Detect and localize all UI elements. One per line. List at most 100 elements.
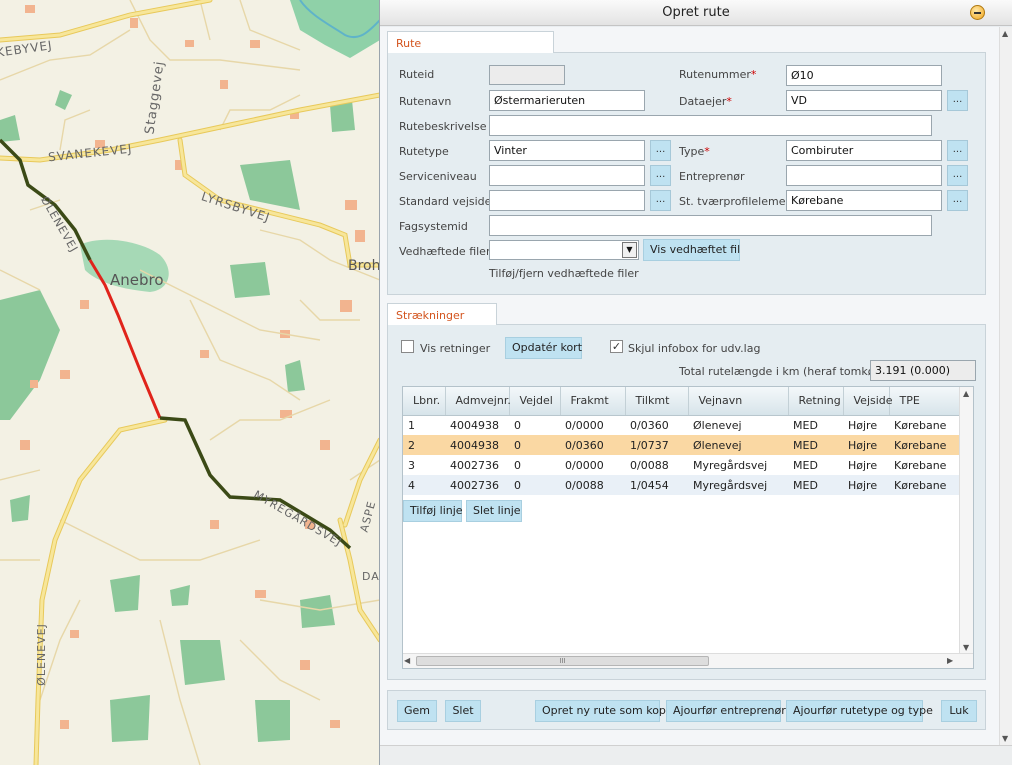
scroll-left-icon[interactable]: ◀ — [404, 656, 410, 665]
gem-button[interactable]: Gem — [397, 700, 437, 722]
cell-admvejnr: 4002736 — [445, 475, 509, 495]
cell-admvejnr: 4002736 — [450, 458, 499, 472]
tab-rute[interactable]: Rute — [387, 31, 554, 53]
column-header-admvejnr[interactable]: Admvejnr. — [445, 387, 511, 416]
map-view[interactable]: KEBYVEJ Staggevej SVANEKEVEJ LYRSBYVEJ Ø… — [0, 0, 380, 765]
fagsystemid-label: Fagsystemid — [399, 220, 468, 233]
column-header-retning[interactable]: Retning — [788, 387, 844, 416]
ajourfor-rutetype-button[interactable]: Ajourfør rutetype og type — [786, 700, 933, 722]
table-row-selected[interactable]: 2 4004938 0 0/0360 1/0737 Ølenevej MED H… — [403, 435, 961, 455]
table-row[interactable]: 3 4002736 0 0/0000 0/0088 Myregårdsvej M… — [403, 455, 961, 475]
map-canvas[interactable] — [0, 0, 380, 765]
scroll-thumb[interactable]: III — [416, 656, 709, 666]
cell-admvejnr: 4004938 — [445, 435, 509, 455]
rutenummer-label: Rutenummer* — [679, 68, 757, 81]
tab-straekninger[interactable]: Strækninger — [387, 303, 497, 325]
table-vertical-scrollbar[interactable]: ▲ ▼ — [959, 387, 973, 655]
table-row[interactable]: 1 4004938 0 0/0000 0/0360 Ølenevej MED H… — [403, 415, 961, 435]
rutenummer-field[interactable] — [786, 65, 942, 86]
dataejer-label: Dataejer* — [679, 95, 732, 108]
straekninger-table[interactable]: Lbnr. Admvejnr. Vejdel Frakmt Tilkmt Vej… — [402, 386, 974, 669]
rutetype-field[interactable] — [489, 140, 645, 161]
forest-area — [180, 640, 225, 685]
column-header-tilkmt[interactable]: Tilkmt — [625, 387, 689, 416]
entreprenor-field[interactable] — [786, 165, 942, 186]
fagsystemid-field[interactable] — [489, 215, 932, 236]
cell-vejside: Højre — [848, 418, 878, 432]
column-header-lbnr[interactable]: Lbnr. — [403, 387, 446, 416]
standard-vejside-field[interactable] — [489, 190, 645, 211]
scroll-right-icon[interactable]: ▶ — [947, 656, 953, 665]
forest-area — [240, 160, 300, 210]
scroll-up-icon[interactable]: ▲ — [963, 389, 969, 398]
st-tvaerprofil-field[interactable] — [786, 190, 942, 211]
vedhaeftede-filer-label: Vedhæftede filer: — [399, 245, 494, 258]
rutenavn-field[interactable] — [489, 90, 645, 111]
opret-kopi-button[interactable]: Opret ny rute som kopi — [535, 700, 669, 722]
map-label-anebro: Anebro — [110, 271, 164, 289]
rutebeskrivelse-field[interactable] — [489, 115, 932, 136]
skjul-infobox-checkbox[interactable]: ✓ — [610, 340, 623, 353]
chevron-down-icon[interactable]: ▼ — [622, 242, 637, 258]
vis-vedhaeftet-fil-button[interactable]: Vis vedhæftet fil — [643, 239, 740, 261]
total-rutelaengde-label: Total rutelængde i km (heraf tomkørsel) — [679, 365, 899, 378]
required-mark: * — [726, 95, 732, 108]
table-horizontal-scrollbar[interactable]: ◀ III ▶ — [403, 653, 973, 668]
column-header-frakmt[interactable]: Frakmt — [560, 387, 626, 416]
cell-vejnavn: Ølenevej — [688, 435, 788, 455]
st-tvaerprofil-label: St. tværprofilelement — [679, 195, 797, 208]
cell-frakmt: 0/0360 — [560, 435, 625, 455]
standard-vejside-label: Standard vejside — [399, 195, 492, 208]
cell-vejside: Højre — [848, 458, 878, 472]
dialog-title: Opret rute — [662, 5, 730, 20]
tilfoj-fjern-vedhaeftede-link[interactable]: Tilføj/fjern vedhæftede filer — [489, 267, 639, 280]
slet-linje-button[interactable]: Slet linje — [466, 500, 522, 522]
rutenavn-label: Rutenavn — [399, 95, 452, 108]
column-header-vejnavn[interactable]: Vejnavn — [688, 387, 789, 416]
ruteid-field[interactable] — [489, 65, 565, 85]
type-field[interactable] — [786, 140, 942, 161]
required-mark: * — [750, 68, 757, 81]
opdater-kort-button[interactable]: Opdatér kort — [505, 337, 582, 359]
forest-area — [110, 695, 150, 742]
rutetype-lookup-button[interactable]: ... — [650, 140, 671, 161]
scroll-down-icon[interactable]: ▼ — [1002, 734, 1008, 743]
cell-frakmt: 0/0000 — [565, 458, 604, 472]
serviceniveau-field[interactable] — [489, 165, 645, 186]
type-lookup-button[interactable]: ... — [947, 140, 968, 161]
cell-vejside: Højre — [843, 435, 889, 455]
scroll-down-icon[interactable]: ▼ — [963, 643, 969, 652]
column-header-tpe[interactable]: TPE — [889, 387, 962, 416]
column-header-vejdel[interactable]: Vejdel — [509, 387, 561, 416]
cell-tilkmt: 1/0737 — [625, 435, 688, 455]
forest-area — [230, 262, 270, 298]
dialog-vertical-scrollbar[interactable]: ▲ ▼ — [999, 27, 1012, 745]
ajourfor-entreprenor-button[interactable]: Ajourfør entreprenør — [666, 700, 786, 722]
scroll-up-icon[interactable]: ▲ — [1002, 29, 1008, 38]
dataejer-field[interactable] — [786, 90, 942, 111]
cell-tpe: Kørebane — [894, 458, 947, 472]
luk-button[interactable]: Luk — [941, 700, 977, 722]
table-row[interactable]: 4 4002736 0 0/0088 1/0454 Myregårdsvej M… — [403, 475, 961, 495]
entreprenor-lookup-button[interactable]: ... — [947, 165, 968, 186]
tilfoj-linje-button[interactable]: Tilføj linje — [403, 500, 463, 522]
cell-lbnr: 4 — [403, 475, 445, 495]
cell-retning: MED — [788, 475, 843, 495]
st-tvaerprofil-lookup-button[interactable]: ... — [947, 190, 968, 211]
dialog-titlebar[interactable]: Opret rute — [380, 0, 1012, 26]
standard-vejside-lookup-button[interactable]: ... — [650, 190, 671, 211]
slet-button[interactable]: Slet — [445, 700, 481, 722]
vedhaeftede-filer-select[interactable]: ▼ — [489, 240, 639, 260]
dataejer-lookup-button[interactable]: ... — [947, 90, 968, 111]
map-label-broh: Broh — [348, 258, 380, 274]
dialog-bottom-bar — [380, 745, 1012, 765]
minimize-icon[interactable] — [970, 5, 985, 20]
cell-lbnr: 1 — [408, 418, 415, 432]
column-header-vejside[interactable]: Vejside — [843, 387, 893, 416]
forest-area — [300, 595, 335, 628]
serviceniveau-lookup-button[interactable]: ... — [650, 165, 671, 186]
map-label-da: DA — [362, 570, 380, 583]
vis-retninger-checkbox[interactable] — [401, 340, 414, 353]
cell-retning: MED — [793, 458, 818, 472]
table-header-row: Lbnr. Admvejnr. Vejdel Frakmt Tilkmt Vej… — [403, 387, 962, 416]
